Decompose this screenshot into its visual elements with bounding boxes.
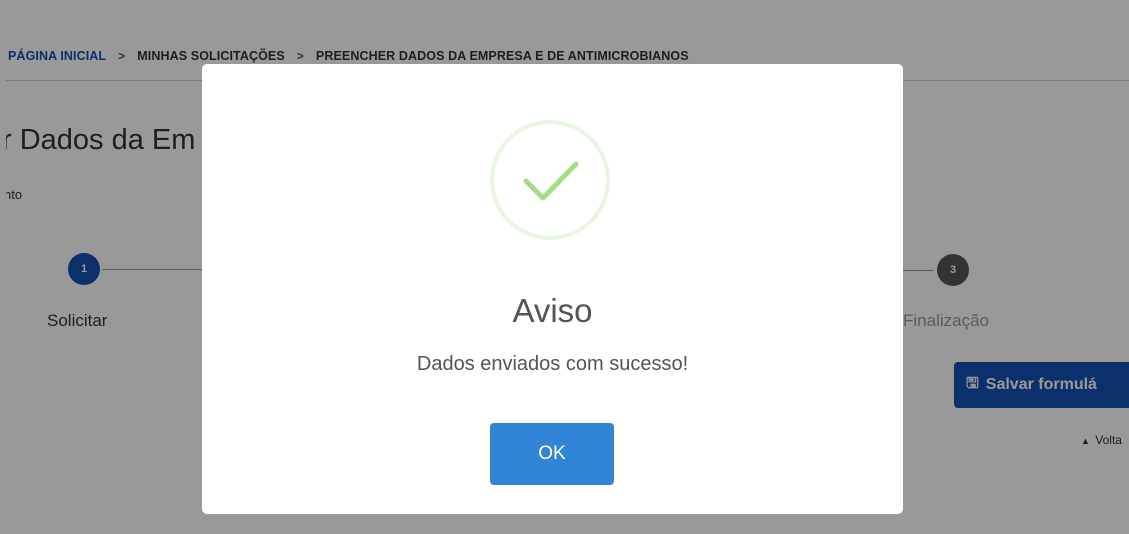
ok-button[interactable]: OK: [490, 423, 614, 485]
dialog-title: Aviso: [512, 292, 593, 329]
success-check-icon: [490, 120, 610, 240]
alert-dialog: Aviso Dados enviados com sucesso! OK: [202, 64, 903, 514]
dialog-message: Dados enviados com sucesso!: [416, 353, 689, 375]
